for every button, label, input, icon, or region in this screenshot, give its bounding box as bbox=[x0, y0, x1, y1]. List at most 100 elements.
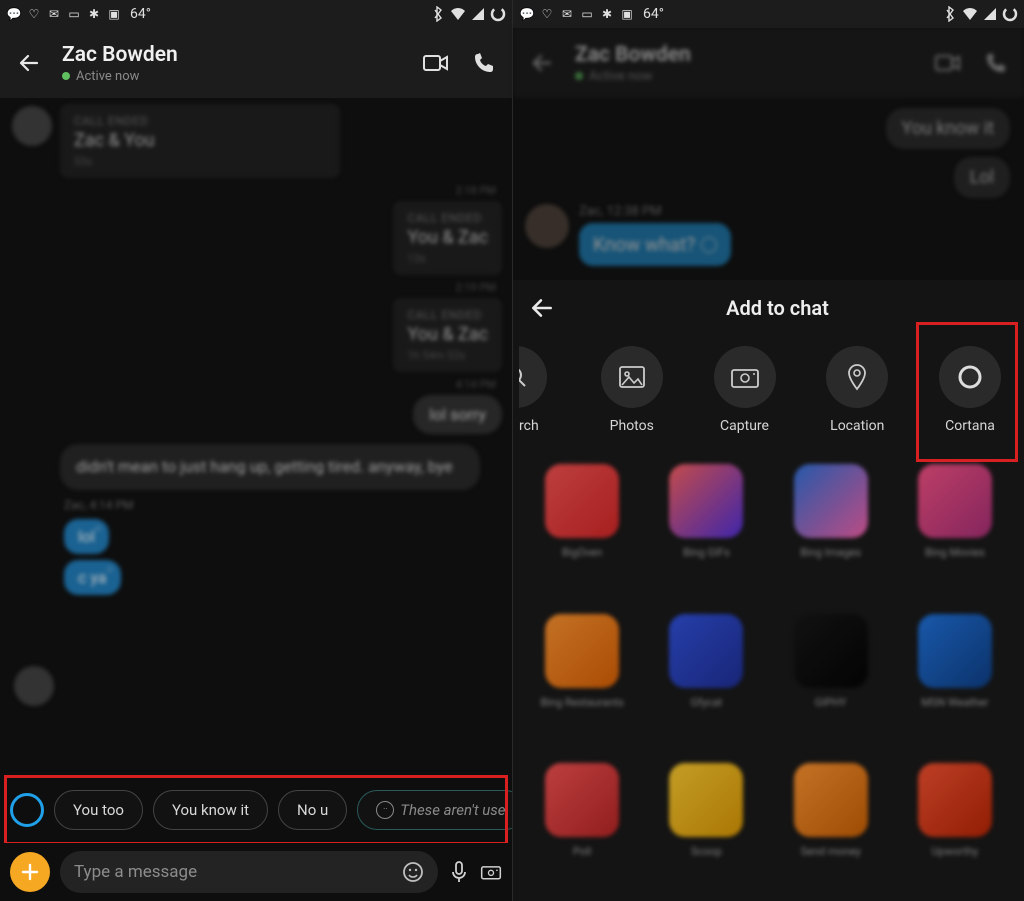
outgoing-message[interactable]: Lol bbox=[954, 157, 1010, 198]
presence-text: Active now bbox=[76, 69, 139, 84]
message-placeholder: Type a message bbox=[74, 862, 197, 882]
presence-text: Active now bbox=[589, 69, 652, 84]
app-tile-upworthy[interactable]: Upworthy bbox=[900, 763, 1010, 889]
call-ended-card: CALL ENDED You & Zac 13s bbox=[393, 201, 502, 275]
app-label: Bing Movies bbox=[925, 546, 985, 559]
call-ended-card: CALL ENDED Zac & You 53s bbox=[60, 104, 340, 178]
app-label: Upworthy bbox=[932, 845, 979, 858]
smart-reply-chip[interactable]: No u bbox=[278, 790, 347, 830]
right-screenshot: 💬 ♡ ✉ ▭ ✱ ▣ 64° Zac Bowden Active now bbox=[512, 0, 1024, 901]
message-input[interactable]: Type a message bbox=[60, 851, 438, 893]
chat-notif-icon: 💬 bbox=[519, 6, 535, 22]
octopus-notif-icon: ✱ bbox=[599, 6, 615, 22]
category-row[interactable]: rch Photos Capture Location bbox=[513, 336, 1024, 452]
incoming-bubble[interactable]: c ya☺ bbox=[64, 560, 121, 595]
app-label: Bing Images bbox=[800, 546, 861, 559]
app-tile-gfycat[interactable]: Gfycat bbox=[651, 614, 761, 740]
incoming-message[interactable]: didn't mean to just hang up, getting tir… bbox=[60, 444, 480, 490]
back-button[interactable] bbox=[527, 48, 557, 78]
image-notif-icon: ▣ bbox=[619, 6, 635, 22]
cortana-icon[interactable] bbox=[10, 793, 44, 827]
emoji-icon bbox=[701, 237, 717, 253]
app-tile-bigoven[interactable]: BigOven bbox=[527, 464, 637, 590]
loading-ring-icon bbox=[490, 6, 506, 22]
video-call-button[interactable] bbox=[934, 49, 962, 77]
message-meta: Zac, 12:38 PM bbox=[579, 204, 731, 219]
avatar bbox=[12, 106, 52, 146]
add-button[interactable] bbox=[10, 852, 50, 892]
bluetooth-icon bbox=[942, 6, 958, 22]
chat-notif-icon: 💬 bbox=[6, 6, 22, 22]
outgoing-message[interactable]: You know it bbox=[886, 108, 1010, 149]
smart-reply-chip[interactable]: You know it bbox=[153, 790, 268, 830]
wifi-icon bbox=[450, 6, 466, 22]
news-notif-icon: ▭ bbox=[579, 6, 595, 22]
mic-icon[interactable] bbox=[448, 861, 470, 883]
category-search[interactable]: rch bbox=[519, 346, 567, 434]
avatar[interactable] bbox=[525, 204, 569, 248]
left-screenshot: 💬 ♡ ✉ ▭ ✱ ▣ 64° Za bbox=[0, 0, 512, 901]
audio-call-button[interactable] bbox=[470, 49, 498, 77]
category-photos[interactable]: Photos bbox=[584, 346, 680, 434]
chat-thread[interactable]: CALL ENDED Zac & You 53s 2:18 PM CALL EN… bbox=[0, 98, 512, 901]
audio-call-button[interactable] bbox=[982, 49, 1010, 77]
app-label: MSN Weather bbox=[921, 696, 988, 709]
app-tile-bing-restaurants[interactable]: Bing Restaurants bbox=[527, 614, 637, 740]
camera-icon[interactable] bbox=[480, 861, 502, 883]
smart-reply-feedback[interactable]: ··These aren't use bbox=[357, 790, 512, 830]
photos-icon bbox=[601, 346, 663, 408]
smart-reply-chip[interactable]: You too bbox=[54, 790, 143, 830]
location-icon bbox=[826, 346, 888, 408]
temperature: 64° bbox=[130, 6, 151, 22]
app-label: Send money bbox=[800, 845, 860, 858]
presence-dot-icon bbox=[62, 72, 70, 80]
signal-icon bbox=[470, 6, 486, 22]
smart-reply-row: You too You know it No u ··These aren't … bbox=[0, 779, 512, 841]
app-tile-bing-gifs[interactable]: Bing GIFs bbox=[651, 464, 761, 590]
call-ended-card: CALL ENDED You & Zac 1h 54m 52s bbox=[393, 298, 502, 372]
contact-name[interactable]: Zac Bowden bbox=[62, 43, 422, 67]
image-notif-icon: ▣ bbox=[106, 6, 122, 22]
emoji-icon[interactable] bbox=[402, 861, 424, 883]
app-label: BigOven bbox=[562, 546, 602, 559]
outgoing-message[interactable]: lol sorry bbox=[413, 395, 502, 434]
app-label: Scoop bbox=[691, 845, 722, 858]
message-meta: Zac, 4:14 PM bbox=[64, 498, 502, 512]
wifi-icon bbox=[962, 6, 978, 22]
category-location[interactable]: Location bbox=[809, 346, 905, 434]
category-cortana[interactable]: Cortana bbox=[922, 346, 1018, 434]
category-capture[interactable]: Capture bbox=[697, 346, 793, 434]
app-tile-bing-images[interactable]: Bing Images bbox=[776, 464, 886, 590]
chat-header: Zac Bowden Active now bbox=[513, 28, 1024, 98]
app-label: Gfycat bbox=[690, 696, 722, 709]
app-tile-poll[interactable]: Poll bbox=[527, 763, 637, 889]
capture-icon bbox=[714, 346, 776, 408]
app-tile-send-money[interactable]: Send money bbox=[776, 763, 886, 889]
app-tile-bing-movies[interactable]: Bing Movies bbox=[900, 464, 1010, 590]
chat-header: Zac Bowden Active now bbox=[0, 28, 512, 98]
mail-notif-icon: ✉ bbox=[46, 6, 62, 22]
status-bar: 💬 ♡ ✉ ▭ ✱ ▣ 64° bbox=[0, 0, 512, 28]
panel-title: Add to chat bbox=[545, 296, 1010, 320]
video-call-button[interactable] bbox=[422, 49, 450, 77]
bluetooth-icon bbox=[430, 6, 446, 22]
app-tile-giphy[interactable]: GIPHY bbox=[776, 614, 886, 740]
app-tile-msn-weather[interactable]: MSN Weather bbox=[900, 614, 1010, 740]
app-label: Bing Restaurants bbox=[540, 696, 623, 709]
heart-notif-icon: ♡ bbox=[539, 6, 555, 22]
presence-dot-icon bbox=[575, 72, 583, 80]
back-button[interactable] bbox=[14, 48, 44, 78]
apps-grid[interactable]: BigOven Bing GIFs Bing Images Bing Movies Bi… bbox=[513, 452, 1024, 901]
search-icon bbox=[519, 346, 547, 408]
contact-name[interactable]: Zac Bowden bbox=[575, 43, 934, 67]
loading-ring-icon bbox=[1002, 6, 1018, 22]
status-bar: 💬 ♡ ✉ ▭ ✱ ▣ 64° bbox=[513, 0, 1024, 28]
incoming-bubble[interactable]: lol☺ bbox=[64, 519, 109, 554]
incoming-bubble[interactable]: Know what? bbox=[579, 223, 731, 266]
heart-notif-icon: ♡ bbox=[26, 6, 42, 22]
news-notif-icon: ▭ bbox=[66, 6, 82, 22]
app-label: Bing GIFs bbox=[683, 546, 730, 559]
temperature: 64° bbox=[643, 6, 664, 22]
app-tile-scoop[interactable]: Scoop bbox=[651, 763, 761, 889]
signal-icon bbox=[982, 6, 998, 22]
